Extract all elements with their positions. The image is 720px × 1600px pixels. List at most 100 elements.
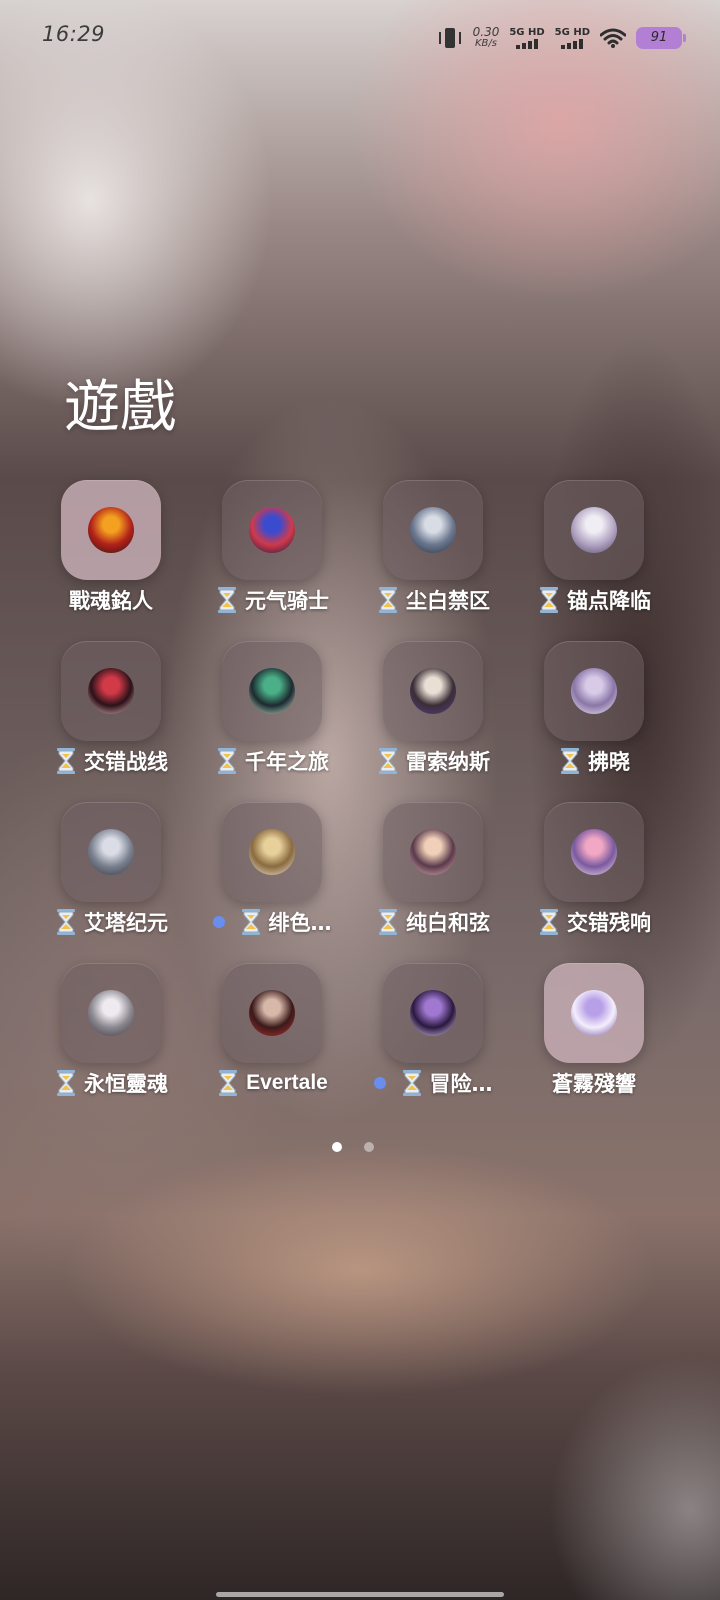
hourglass-icon <box>54 747 78 775</box>
new-badge <box>373 1077 386 1089</box>
app-label: 交错残响 <box>567 911 651 935</box>
app-icon-16[interactable]: 蒼霧殘響 <box>512 951 676 1096</box>
app-icon-4[interactable]: 锚点降临 <box>512 468 676 613</box>
hourglass-icon <box>216 1069 240 1097</box>
app-tile[interactable] <box>61 802 161 902</box>
app-label-row: 纯白和弦 <box>351 906 515 938</box>
hourglass-icon <box>239 908 263 936</box>
clock: 16:29 <box>42 22 106 46</box>
app-label: 戰魂銘人 <box>69 589 153 613</box>
app-icon-2[interactable]: 元气骑士 <box>190 468 354 613</box>
page-dot[interactable] <box>364 1142 374 1152</box>
vibrate-icon <box>437 26 463 50</box>
duo-avatar-icon <box>410 829 456 875</box>
app-tile[interactable] <box>222 641 322 741</box>
app-icon-1[interactable]: 戰魂銘人 <box>29 468 193 613</box>
app-icon-11[interactable]: 纯白和弦 <box>351 790 515 935</box>
blonde-avatar-icon <box>249 829 295 875</box>
app-tile[interactable] <box>383 641 483 741</box>
app-icon-7[interactable]: 雷索纳斯 <box>351 629 515 774</box>
status-icons: 0.30 KB/s 5G HD 5G HD 91 <box>437 25 686 50</box>
hourglass-icon <box>376 747 400 775</box>
app-label: 冒险… <box>429 1072 493 1096</box>
app-label-row: 拂晓 <box>512 745 676 777</box>
app-label-row: 永恒靈魂 <box>29 1067 193 1099</box>
pink-hair-avatar-icon <box>571 829 617 875</box>
app-icon-15[interactable]: 冒险… <box>351 951 515 1096</box>
app-label: 永恒靈魂 <box>84 1072 168 1096</box>
app-icon-14[interactable]: Evertale <box>190 951 354 1096</box>
app-tile[interactable] <box>222 963 322 1063</box>
knight-avatar-icon <box>249 507 295 553</box>
hourglass-icon <box>558 747 582 775</box>
lavender-hair-avatar-icon <box>571 668 617 714</box>
app-tile[interactable] <box>61 641 161 741</box>
app-label: 锚点降临 <box>567 589 651 613</box>
app-icon-13[interactable]: 永恒靈魂 <box>29 951 193 1096</box>
app-icon-9[interactable]: 艾塔纪元 <box>29 790 193 935</box>
app-tile[interactable] <box>544 641 644 741</box>
page-dot[interactable] <box>332 1142 342 1152</box>
app-label-row: 元气骑士 <box>190 584 354 616</box>
red-dark-avatar-icon <box>88 668 134 714</box>
hourglass-icon <box>376 908 400 936</box>
purple-scene-avatar-icon <box>410 990 456 1036</box>
app-label: 雷索纳斯 <box>406 750 490 774</box>
app-tile[interactable] <box>222 802 322 902</box>
hourglass-icon <box>537 908 561 936</box>
app-label-row: 千年之旅 <box>190 745 354 777</box>
app-icon-8[interactable]: 拂晓 <box>512 629 676 774</box>
app-label-row: 戰魂銘人 <box>29 584 193 616</box>
app-icon-10[interactable]: 绯色… <box>190 790 354 935</box>
app-tile[interactable] <box>61 963 161 1063</box>
app-label: 蒼霧殘響 <box>552 1072 636 1096</box>
app-tile[interactable] <box>544 802 644 902</box>
new-badge <box>212 916 225 928</box>
white-hair-avatar-icon <box>571 507 617 553</box>
app-label: Evertale <box>246 1071 328 1094</box>
network-speed-unit: KB/s <box>474 38 497 49</box>
folder-title[interactable]: 遊戲 <box>64 362 176 443</box>
hourglass-icon <box>54 908 78 936</box>
hourglass-icon <box>215 586 239 614</box>
app-label-row: 绯色… <box>190 906 354 938</box>
app-icon-12[interactable]: 交错残响 <box>512 790 676 935</box>
network-speed-value: 0.30 <box>472 25 500 39</box>
app-label-row: 雷索纳斯 <box>351 745 515 777</box>
app-icon-3[interactable]: 尘白禁区 <box>351 468 515 613</box>
app-tile[interactable] <box>544 963 644 1063</box>
app-label-row: 尘白禁区 <box>351 584 515 616</box>
status-bar: 16:29 0.30 KB/s 5G HD 5G HD 91 <box>0 0 720 80</box>
app-tile[interactable] <box>383 963 483 1063</box>
dark-portrait-avatar-icon <box>410 668 456 714</box>
app-tile[interactable] <box>61 480 161 580</box>
sim2-label: 5G HD <box>554 27 590 38</box>
masked-avatar-icon <box>249 990 295 1036</box>
hourglass-icon <box>376 586 400 614</box>
app-icon-5[interactable]: 交错战线 <box>29 629 193 774</box>
page-indicator[interactable] <box>332 1142 374 1152</box>
app-label-row: 艾塔纪元 <box>29 906 193 938</box>
app-label: 交错战线 <box>84 750 168 774</box>
home-indicator[interactable] <box>216 1592 504 1597</box>
app-tile[interactable] <box>383 480 483 580</box>
app-label: 艾塔纪元 <box>84 911 168 935</box>
flame-ring-avatar-icon <box>88 507 134 553</box>
app-tile[interactable] <box>383 802 483 902</box>
app-label-row: 交错战线 <box>29 745 193 777</box>
signal-bars-icon <box>516 39 538 49</box>
app-label: 绯色… <box>268 911 332 935</box>
app-label: 千年之旅 <box>245 750 329 774</box>
app-tile[interactable] <box>544 480 644 580</box>
app-label-row: 锚点降临 <box>512 584 676 616</box>
app-label: 纯白和弦 <box>406 911 490 935</box>
app-label: 元气骑士 <box>245 589 329 613</box>
green-hair-avatar-icon <box>249 668 295 714</box>
hourglass-icon <box>400 1069 424 1097</box>
battery-indicator: 91 <box>636 27 686 49</box>
sim2-signal: 5G HD <box>555 27 590 49</box>
app-tile[interactable] <box>222 480 322 580</box>
white-haired-girl-avatar-icon <box>88 990 134 1036</box>
hourglass-icon <box>215 747 239 775</box>
app-icon-6[interactable]: 千年之旅 <box>190 629 354 774</box>
